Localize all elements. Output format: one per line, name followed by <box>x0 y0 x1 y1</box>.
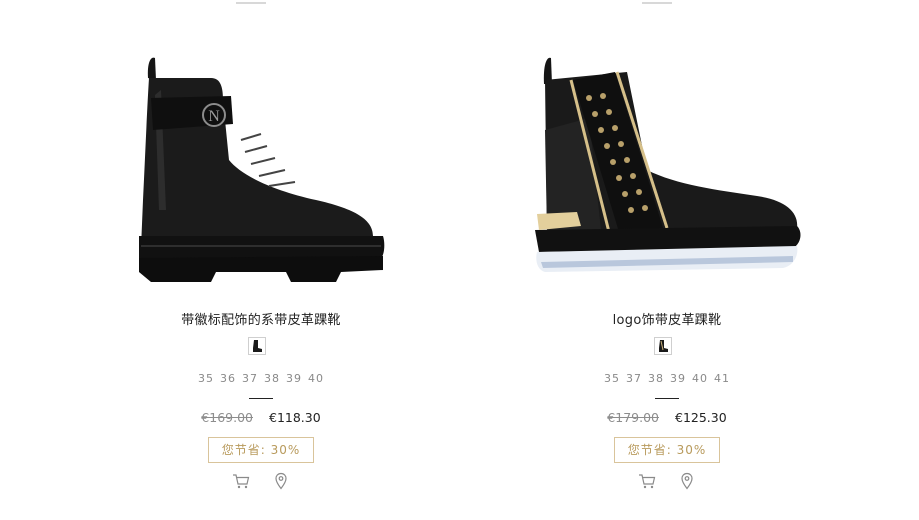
size-option[interactable]: 35 <box>198 372 214 385</box>
price-row: €179.00 €125.30 <box>517 410 817 425</box>
size-option[interactable]: 38 <box>264 372 280 385</box>
boot-thumbnail-icon[interactable] <box>248 337 266 355</box>
action-row <box>517 472 817 490</box>
size-option[interactable]: 36 <box>220 372 236 385</box>
price-row: €169.00 €118.30 <box>111 410 411 425</box>
location-pin-icon[interactable] <box>678 472 696 490</box>
size-list: 35 36 37 38 39 40 <box>111 372 411 385</box>
size-option[interactable]: 37 <box>242 372 258 385</box>
chelsea-boot-image <box>535 57 801 272</box>
cart-icon[interactable] <box>232 472 250 490</box>
original-price: €169.00 <box>201 410 253 425</box>
size-option[interactable]: 40 <box>692 372 708 385</box>
sale-price: €125.30 <box>675 410 727 425</box>
cart-icon[interactable] <box>638 472 656 490</box>
size-option[interactable]: 40 <box>308 372 324 385</box>
size-option[interactable]: 41 <box>714 372 730 385</box>
product-card[interactable]: N 带徽标配饰的系带皮革踝靴 35 36 37 38 39 40 €169.00… <box>111 0 411 490</box>
divider <box>655 398 679 399</box>
original-price: €179.00 <box>607 410 659 425</box>
saving-badge: 您节省: 30% <box>208 437 314 463</box>
divider <box>249 398 273 399</box>
action-row <box>111 472 411 490</box>
combat-boot-image: N <box>139 57 385 282</box>
product-image[interactable]: N <box>111 0 411 290</box>
size-option[interactable]: 35 <box>604 372 620 385</box>
size-option[interactable]: 37 <box>626 372 642 385</box>
size-option[interactable]: 39 <box>670 372 686 385</box>
size-option[interactable]: 39 <box>286 372 302 385</box>
location-pin-icon[interactable] <box>272 472 290 490</box>
sale-price: €118.30 <box>269 410 321 425</box>
product-name[interactable]: 带徽标配饰的系带皮革踝靴 <box>111 309 411 328</box>
saving-badge: 您节省: 30% <box>614 437 720 463</box>
size-list: 35 37 38 39 40 41 <box>517 372 817 385</box>
product-grid: N 带徽标配饰的系带皮革踝靴 35 36 37 38 39 40 €169.00… <box>0 0 919 520</box>
product-name[interactable]: logo饰带皮革踝靴 <box>517 309 817 328</box>
size-option[interactable]: 38 <box>648 372 664 385</box>
boot-thumbnail-icon[interactable] <box>654 337 672 355</box>
product-card[interactable]: logo饰带皮革踝靴 35 37 38 39 40 41 €179.00 €12… <box>517 0 817 490</box>
product-image[interactable] <box>517 0 817 290</box>
svg-text:N: N <box>208 108 220 125</box>
